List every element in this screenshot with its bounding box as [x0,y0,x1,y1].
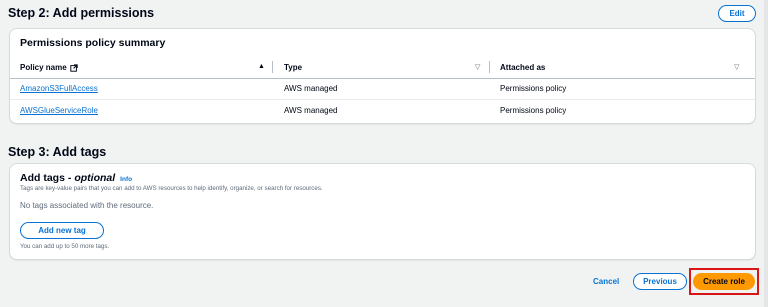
column-header-label: Type [284,63,303,72]
add-tags-heading: Add tags - optional Info [20,172,132,184]
add-new-tag-button[interactable]: Add new tag [20,222,104,239]
tags-description: Tags are key-value pairs that you can ad… [20,185,323,192]
table-row-divider [10,99,755,100]
edit-permissions-button[interactable]: Edit [718,5,756,22]
add-tags-heading-text: Add tags - [20,172,72,184]
info-link[interactable]: Info [120,176,132,183]
sort-ascending-icon[interactable]: ▲ [258,63,265,70]
table-header-divider [10,78,755,79]
tag-limit-note: You can add up to 50 more tags. [20,243,110,250]
no-tags-message: No tags associated with the resource. [20,201,154,210]
caret-down-icon[interactable]: ▽ [475,63,480,71]
column-header-label: Policy name [20,63,67,72]
policy-link-awsglueservicerole[interactable]: AWSGlueServiceRole [20,106,98,116]
policy-link-amazons3fullaccess[interactable]: AmazonS3FullAccess [20,84,98,94]
column-header-label: Attached as [500,63,546,72]
column-header-attached-as[interactable]: Attached as [500,63,545,73]
cancel-button[interactable]: Cancel [593,277,619,286]
create-role-button[interactable]: Create role [693,273,755,290]
policy-attached-as: Permissions policy [500,84,567,93]
column-divider[interactable] [489,61,490,73]
scrollbar-track[interactable] [764,0,768,307]
column-header-policy-name[interactable]: Policy name [20,63,78,73]
step2-title: Step 2: Add permissions [8,6,155,20]
step3-title: Step 3: Add tags [8,145,107,159]
optional-label: optional [74,172,116,184]
external-link-icon [70,64,78,72]
column-header-type[interactable]: Type [284,63,302,73]
policy-type: AWS managed [284,84,338,93]
policy-attached-as: Permissions policy [500,106,567,115]
column-divider[interactable] [272,61,273,73]
caret-down-icon[interactable]: ▽ [734,63,739,71]
policy-type: AWS managed [284,106,338,115]
permissions-summary-title: Permissions policy summary [20,37,166,49]
previous-button[interactable]: Previous [633,273,687,290]
